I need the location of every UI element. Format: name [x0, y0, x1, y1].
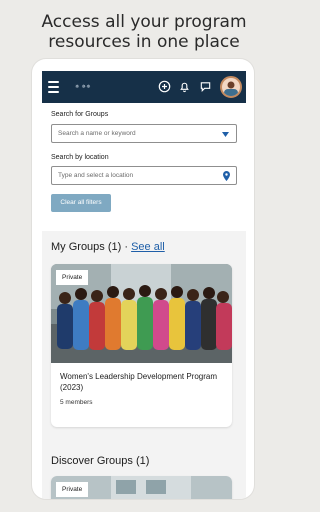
search-input[interactable]: Search a name or keyword: [51, 124, 237, 143]
menu-icon[interactable]: [48, 81, 59, 93]
location-input[interactable]: Type and select a location: [51, 166, 237, 185]
app-screen: ✵ ✵✵ Search for Groups Search a name or …: [42, 71, 246, 499]
search-groups-label: Search for Groups: [51, 111, 109, 118]
app-logo: ✵ ✵✵: [75, 84, 91, 90]
separator-dot: ·: [124, 241, 129, 253]
search-location-label: Search by location: [51, 154, 109, 161]
location-pin-icon: [223, 171, 230, 181]
marketing-headline: Access all your program resources in one…: [0, 12, 288, 52]
privacy-badge: Private: [56, 482, 89, 497]
group-title: Women's Leadership Development Program (…: [60, 372, 218, 392]
member-count: 5 members: [60, 399, 93, 406]
search-placeholder: Search a name or keyword: [58, 130, 136, 137]
headline-line-2: resources in one place: [48, 32, 240, 52]
group-card[interactable]: Private Women's Leadership Development P…: [51, 264, 232, 427]
location-placeholder: Type and select a location: [58, 172, 134, 179]
privacy-badge: Private: [56, 270, 89, 285]
discover-group-card[interactable]: Private: [51, 476, 232, 499]
chevron-down-icon[interactable]: [222, 132, 229, 137]
chat-icon[interactable]: [199, 80, 212, 93]
clear-all-filters-button[interactable]: Clear all filters: [51, 194, 111, 212]
see-all-link[interactable]: See all: [131, 241, 165, 253]
discover-groups-heading: Discover Groups (1): [51, 455, 150, 467]
top-nav-bar: ✵ ✵✵: [42, 71, 246, 103]
add-circle-icon[interactable]: [158, 80, 171, 93]
my-groups-heading: My Groups (1) · See all: [51, 241, 165, 253]
headline-line-1: Access all your program: [41, 12, 247, 32]
avatar[interactable]: [220, 76, 242, 98]
my-groups-title: My Groups (1): [51, 241, 122, 253]
bell-icon[interactable]: [178, 80, 191, 93]
phone-frame: ✵ ✵✵ Search for Groups Search a name or …: [32, 59, 254, 499]
